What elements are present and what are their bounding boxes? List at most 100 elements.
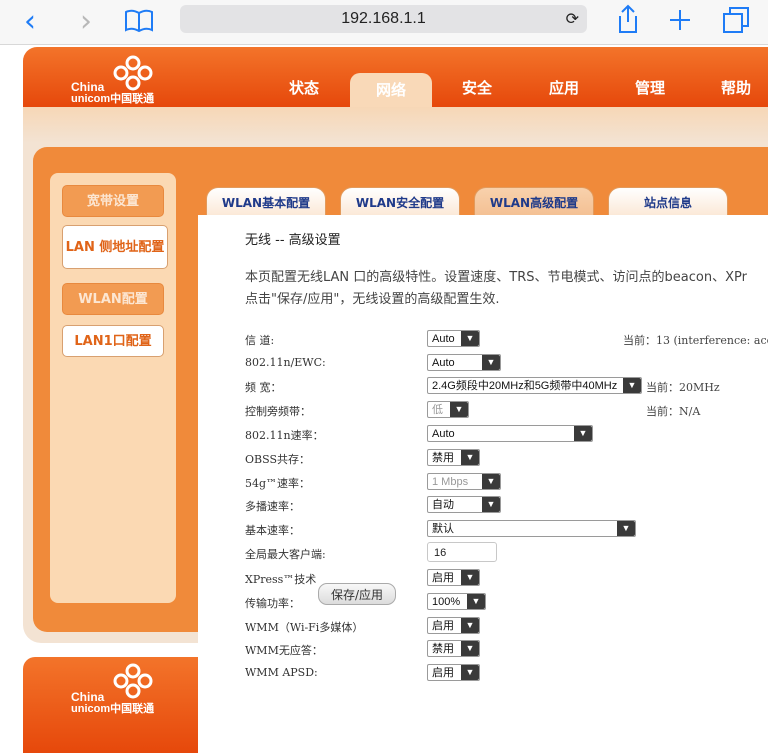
tab-wlan-security[interactable]: WLAN安全配置 <box>340 187 460 216</box>
sideband-label: 控制旁频带： <box>245 405 311 418</box>
wmm-value: 启用 <box>432 620 454 632</box>
channel-label: 信 道: <box>245 334 275 347</box>
max-clients-input[interactable]: 16 <box>427 542 497 562</box>
browser-toolbar: ‹ › 192.168.1.1 ⟳ <box>0 0 768 45</box>
basic-rate-select[interactable]: 默认 ▼ <box>427 520 636 537</box>
n-rate-value: Auto <box>432 428 455 440</box>
unicom-knot-icon <box>113 55 153 91</box>
footer-link[interactable]: ●网上营业厅 www.10010.com <box>42 641 161 654</box>
forward-icon[interactable]: › <box>80 4 92 39</box>
sideband-current: 当前：N/A <box>646 405 701 418</box>
wmm-apsd-label: WMM APSD: <box>245 666 318 679</box>
nav-security[interactable]: 安全 <box>462 77 492 98</box>
description-line1: 本页配置无线LAN 口的高级特性。设置速度、TRS、节电模式、访问点的beaco… <box>245 270 747 285</box>
wmm-apsd-value: 启用 <box>432 667 454 679</box>
sidebar-item-lan-address[interactable]: LAN 侧地址配置 <box>62 225 168 269</box>
share-icon[interactable] <box>616 4 640 34</box>
wmm-apsd-select[interactable]: 启用 ▼ <box>427 664 480 681</box>
url-bar[interactable]: 192.168.1.1 ⟳ <box>180 5 587 33</box>
wmm-label: WMM（Wi-Fi多媒体） <box>245 621 364 634</box>
multicast-select[interactable]: 自动 ▼ <box>427 496 501 513</box>
wmm-select[interactable]: 启用 ▼ <box>427 617 480 634</box>
chevron-down-icon: ▼ <box>461 450 479 465</box>
obss-value: 禁用 <box>432 452 454 464</box>
obss-label: OBSS共存： <box>245 453 310 466</box>
chevron-down-icon: ▼ <box>623 378 641 393</box>
nav-network[interactable]: 网络 <box>350 73 432 107</box>
bandwidth-current: 当前：20MHz <box>646 381 720 394</box>
chevron-down-icon: ▼ <box>461 331 479 346</box>
obss-select[interactable]: 禁用 ▼ <box>427 449 480 466</box>
sideband-select[interactable]: 低 ▼ <box>427 401 469 418</box>
tabs-icon[interactable] <box>722 6 750 34</box>
bandwidth-select[interactable]: 2.4G频段中20MHz和5G频带中40MHz ▼ <box>427 377 642 394</box>
xpress-label: XPress™技术 <box>245 573 317 586</box>
max-clients-label: 全局最大客户端: <box>245 548 326 561</box>
sideband-value: 低 <box>432 404 443 416</box>
url-text: 192.168.1.1 <box>341 10 426 27</box>
nav-apps[interactable]: 应用 <box>549 77 579 98</box>
brand-line2: unicom中国联通 <box>71 93 155 105</box>
channel-value: Auto <box>432 333 455 345</box>
channel-select[interactable]: Auto ▼ <box>427 330 480 347</box>
description-line2: 点击"保存/应用"，无线设置的高级配置生效. <box>245 292 500 307</box>
page-title: 无线 -- 高级设置 <box>245 233 341 248</box>
chevron-down-icon: ▼ <box>467 594 485 609</box>
sidebar-item-wlan[interactable]: WLAN配置 <box>62 283 164 315</box>
save-apply-button[interactable]: 保存/应用 <box>318 583 396 605</box>
header-bar: China unicom中国联通 状态 网络 安全 应用 管理 帮助 <box>23 47 768 107</box>
back-icon[interactable]: ‹ <box>24 4 36 39</box>
chevron-down-icon: ▼ <box>482 355 500 370</box>
tx-power-select[interactable]: 100% ▼ <box>427 593 486 610</box>
brand-line2: unicom中国联通 <box>71 703 155 715</box>
description: 本页配置无线LAN 口的高级特性。设置速度、TRS、节电模式、访问点的beaco… <box>245 267 768 311</box>
nav-manage[interactable]: 管理 <box>635 77 665 98</box>
g-rate-label: 54g™速率： <box>245 477 311 490</box>
new-tab-icon[interactable] <box>668 8 692 32</box>
wmm-noack-select[interactable]: 禁用 ▼ <box>427 640 480 657</box>
tab-wlan-basic[interactable]: WLAN基本配置 <box>206 187 326 216</box>
multicast-label: 多播速率： <box>245 500 300 513</box>
ewc-value: Auto <box>432 357 455 369</box>
xpress-value: 启用 <box>432 572 454 584</box>
sidebar-item-lan1[interactable]: LAN1口配置 <box>62 325 164 357</box>
subheader-band <box>23 107 768 143</box>
unicom-knot-icon <box>113 663 153 699</box>
brand-line1: China <box>71 690 105 704</box>
router-page: China unicom中国联通 状态 网络 安全 应用 管理 帮助 宽带设置 … <box>0 45 768 753</box>
ewc-select[interactable]: Auto ▼ <box>427 354 501 371</box>
n-rate-label: 802.11n速率： <box>245 429 324 442</box>
chevron-down-icon: ▼ <box>461 618 479 633</box>
chevron-down-icon: ▼ <box>461 665 479 680</box>
multicast-value: 自动 <box>432 499 454 511</box>
tx-power-value: 100% <box>432 596 461 608</box>
brand-line1: China <box>71 80 105 94</box>
xpress-select[interactable]: 启用 ▼ <box>427 569 480 586</box>
wmm-noack-value: 禁用 <box>432 643 454 655</box>
g-rate-select[interactable]: 1 Mbps ▼ <box>427 473 501 490</box>
tab-wlan-advanced[interactable]: WLAN高级配置 <box>474 187 594 216</box>
sidebar: 宽带设置 LAN 侧地址配置 WLAN配置 LAN1口配置 <box>50 173 176 603</box>
chevron-down-icon: ▼ <box>574 426 592 441</box>
basic-rate-value: 默认 <box>432 523 454 535</box>
channel-current: 当前：13 (interference: accep <box>623 334 768 347</box>
bandwidth-label: 频 宽： <box>245 381 282 394</box>
wmm-noack-label: WMM无应答： <box>245 644 323 657</box>
basic-rate-label: 基本速率： <box>245 524 300 537</box>
sidebar-item-broadband[interactable]: 宽带设置 <box>62 185 164 217</box>
ewc-label: 802.11n/EWC: <box>245 356 326 369</box>
tab-site-info[interactable]: 站点信息 <box>608 187 728 216</box>
g-rate-value: 1 Mbps <box>432 476 469 488</box>
reload-icon[interactable]: ⟳ <box>566 9 579 28</box>
chevron-down-icon: ▼ <box>450 402 468 417</box>
nav-help[interactable]: 帮助 <box>721 77 751 98</box>
chevron-down-icon: ▼ <box>482 497 500 512</box>
chevron-down-icon: ▼ <box>461 641 479 656</box>
nav-status[interactable]: 状态 <box>289 77 319 98</box>
bookmarks-icon[interactable] <box>124 9 154 33</box>
content-panel: 无线 -- 高级设置 本页配置无线LAN 口的高级特性。设置速度、TRS、节电模… <box>198 215 768 753</box>
n-rate-select[interactable]: Auto ▼ <box>427 425 593 442</box>
tx-power-label: 传输功率： <box>245 597 300 610</box>
bottom-logo-bar: China unicom中国联通 <box>23 657 198 753</box>
bandwidth-value: 2.4G频段中20MHz和5G频带中40MHz <box>432 380 618 392</box>
